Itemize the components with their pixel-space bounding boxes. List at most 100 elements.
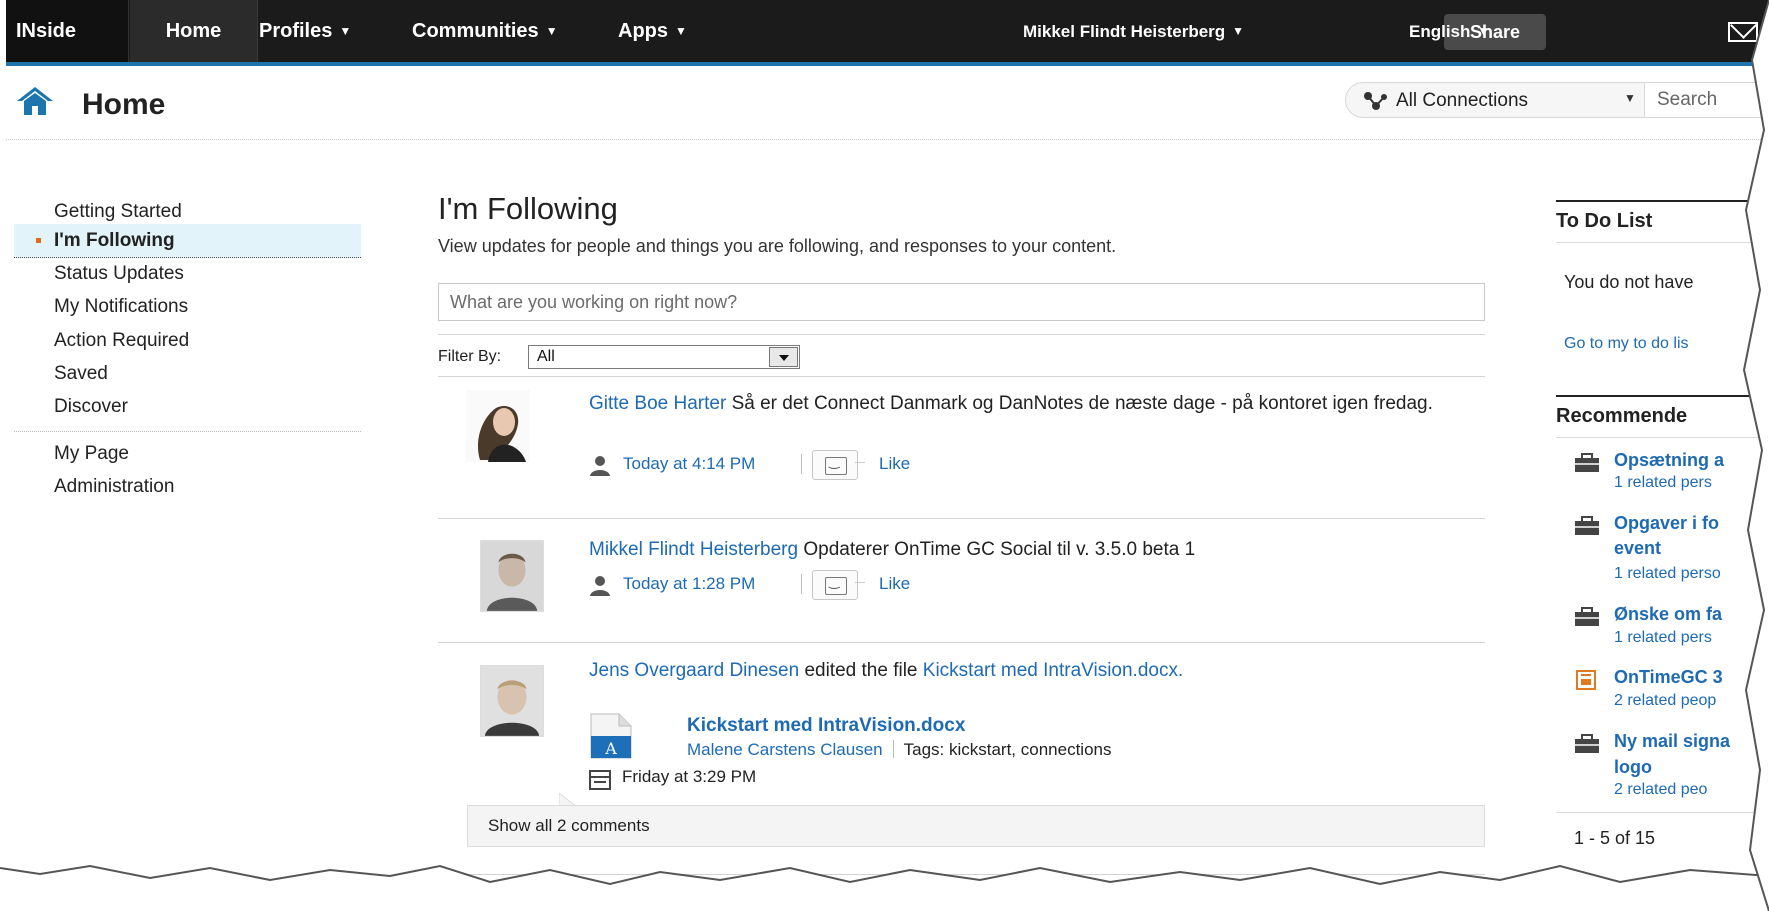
file-owner-link[interactable]: Malene Carstens Clausen	[687, 740, 883, 759]
like-link[interactable]: Like	[879, 574, 910, 594]
entry-message: Opdaterer OnTime GC Social til v. 3.5.0 …	[803, 539, 1196, 560]
activity-icon	[1575, 734, 1599, 753]
recommendation-link[interactable]: Ny mail signa	[1614, 729, 1730, 754]
files-icon	[589, 770, 611, 790]
smiley-icon[interactable]: ‿	[812, 570, 865, 600]
nav-profiles-menu[interactable]: Profiles ▼	[259, 0, 351, 62]
recommendation-link[interactable]: Opsætning a	[1614, 448, 1724, 473]
search-scope-dropdown[interactable]: All Connections	[1396, 90, 1528, 112]
nav-saved[interactable]: Saved	[14, 357, 361, 391]
file-meta: Malene Carstens Clausen Tags: kickstart, …	[687, 740, 1111, 760]
recommendation-link[interactable]: OnTimeGC 3	[1614, 665, 1723, 690]
language-label: English	[1409, 22, 1471, 41]
smiley-icon[interactable]: ‿	[812, 450, 865, 480]
divider	[438, 518, 1485, 519]
nav-communities-menu[interactable]: Communities ▼	[412, 0, 558, 62]
avatar[interactable]	[480, 665, 544, 737]
nav-my-page[interactable]: My Page	[14, 437, 361, 471]
entry-timestamp[interactable]: Today at 1:28 PM	[623, 574, 755, 594]
stream-description: View updates for people and things you a…	[438, 236, 1117, 256]
chevron-down-icon: ▼	[1232, 24, 1245, 38]
chevron-down-icon: ▼	[1477, 24, 1490, 38]
divider	[1556, 812, 1769, 813]
nav-profiles-label: Profiles	[259, 20, 333, 42]
entry-action: edited the file	[804, 660, 918, 681]
recommendations-heading: Recommende	[1556, 405, 1688, 427]
mail-icon[interactable]	[1728, 22, 1758, 42]
page-header: Home All Connections ▼ Search	[0, 66, 1769, 140]
recommendation-link-line2[interactable]: logo	[1614, 755, 1652, 780]
community-icon	[1576, 670, 1596, 690]
recommendation-meta[interactable]: 1 related perso	[1614, 565, 1721, 583]
divider	[1556, 395, 1769, 397]
author-link[interactable]: Jens Overgaard Dinesen	[589, 660, 799, 681]
entry-text: Jens Overgaard Dinesen edited the file K…	[589, 657, 1459, 684]
file-link[interactable]: Kickstart med IntraVision.docx.	[923, 660, 1183, 681]
language-menu[interactable]: English ▼	[1409, 0, 1489, 62]
author-link[interactable]: Gitte Boe Harter	[589, 393, 726, 414]
nav-action-required[interactable]: Action Required	[14, 324, 361, 358]
chevron-down-icon[interactable]	[769, 347, 798, 367]
nav-my-notifications[interactable]: My Notifications	[14, 290, 361, 324]
divider	[438, 334, 1485, 335]
recommendation-meta[interactable]: 2 related peop	[1614, 692, 1716, 710]
entry-timestamp[interactable]: Today at 4:14 PM	[623, 454, 755, 474]
document-icon[interactable]: A	[589, 712, 633, 760]
entry-timestamp: Friday at 3:29 PM	[622, 767, 757, 786]
chevron-down-icon: ▼	[339, 24, 352, 38]
person-icon	[590, 456, 610, 476]
nav-administration[interactable]: Administration	[14, 470, 361, 504]
divider	[801, 454, 802, 474]
chevron-down-icon: ▼	[675, 24, 687, 38]
nav-im-following[interactable]: I'm Following	[14, 224, 361, 258]
recommendation-link[interactable]: Opgaver i fo	[1614, 511, 1719, 536]
activity-icon	[1575, 607, 1599, 626]
brand-logo[interactable]: INside	[0, 0, 129, 62]
user-name: Mikkel Flindt Heisterberg	[1023, 22, 1226, 41]
like-link[interactable]: Like	[879, 454, 910, 474]
divider	[1556, 437, 1769, 438]
search-bar: All Connections ▼ Search	[1345, 82, 1769, 118]
smiley-glyph: ‿	[829, 574, 840, 589]
nav-discover[interactable]: Discover	[14, 390, 361, 424]
divider	[438, 874, 1485, 875]
activity-icon	[1575, 516, 1599, 535]
author-link[interactable]: Mikkel Flindt Heisterberg	[589, 539, 798, 560]
recommendation-meta[interactable]: 1 related pers	[1614, 629, 1712, 647]
user-menu[interactable]: Mikkel Flindt Heisterberg ▼	[1023, 0, 1244, 62]
nav-apps-menu[interactable]: Apps ▼	[618, 0, 687, 62]
nav-status-updates[interactable]: Status Updates	[14, 257, 361, 291]
todo-link[interactable]: Go to my to do lis	[1564, 335, 1689, 353]
entry-text: Mikkel Flindt Heisterberg Opdaterer OnTi…	[589, 536, 1459, 563]
divider	[14, 431, 361, 432]
file-title-link[interactable]: Kickstart med IntraVision.docx	[687, 715, 965, 737]
recommendation-link[interactable]: Ønske om fa	[1614, 602, 1722, 627]
filter-select[interactable]: All	[528, 345, 800, 369]
divider	[438, 376, 1485, 377]
chevron-down-icon[interactable]: ▼	[1624, 91, 1636, 105]
avatar[interactable]	[480, 540, 544, 612]
recommendation-link-line2[interactable]: event	[1614, 536, 1661, 561]
recommendation-meta[interactable]: 1 related pers	[1614, 474, 1712, 492]
person-icon	[590, 576, 610, 596]
divider	[1556, 200, 1769, 202]
divider	[801, 574, 802, 594]
stream-title: I'm Following	[438, 191, 618, 226]
show-comments-button[interactable]: Show all 2 comments	[467, 805, 1485, 847]
todo-empty-message: You do not have	[1564, 272, 1694, 292]
smiley-glyph: ‿	[829, 454, 840, 469]
nav-home-tab[interactable]: Home	[130, 0, 258, 62]
filter-value: All	[537, 348, 555, 365]
svg-text:A: A	[604, 739, 617, 758]
top-navigation-bar: INside Home Profiles ▼ Communities ▼ Apps ▼…	[0, 0, 1769, 66]
recommendation-meta[interactable]: 2 related peo	[1614, 781, 1707, 799]
divider	[892, 740, 894, 758]
filter-label: Filter By:	[438, 348, 502, 365]
avatar[interactable]	[466, 390, 530, 462]
active-bullet	[36, 238, 41, 243]
status-update-input[interactable]: What are you working on right now?	[438, 283, 1485, 321]
nav-communities-label: Communities	[412, 20, 539, 42]
entry-text: Gitte Boe Harter Så er det Connect Danma…	[589, 390, 1459, 417]
search-input[interactable]: Search	[1644, 83, 1769, 117]
file-tags: Tags: kickstart, connections	[903, 740, 1112, 759]
